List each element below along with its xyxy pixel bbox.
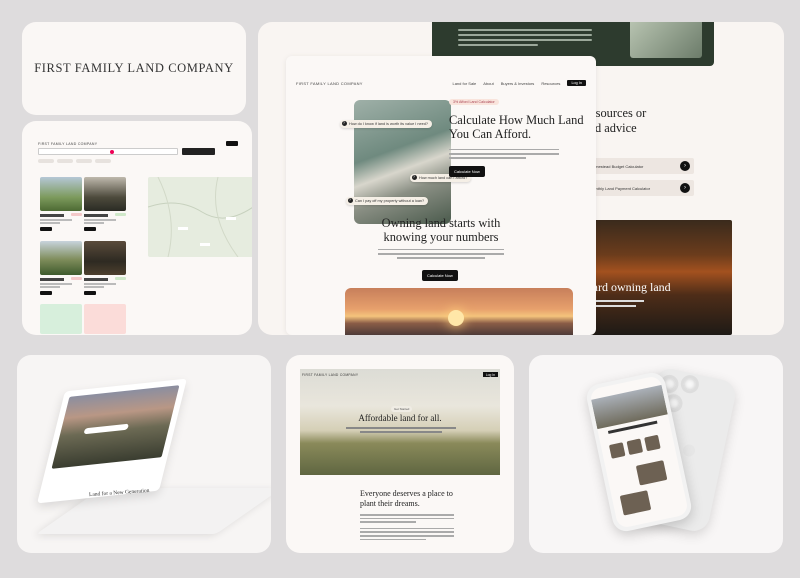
knowing-headline: Owning land starts with knowing your num…: [381, 216, 501, 244]
listings-search-button[interactable]: [182, 148, 215, 155]
listing-card[interactable]: [84, 177, 126, 231]
nav-item[interactable]: Buyers & Investors: [501, 81, 535, 86]
resource-button[interactable]: Monthly Land Payment Calculator ›: [584, 180, 694, 196]
camera-lens-icon: [679, 373, 701, 395]
listings-search-input[interactable]: [38, 148, 178, 155]
section-photo: [630, 22, 702, 58]
listing-card[interactable]: [40, 241, 82, 295]
faq-bubble: Can I pay off my property without a loan…: [346, 197, 429, 205]
listings-login-button[interactable]: [226, 141, 238, 146]
affordable-paragraph: [360, 512, 454, 541]
affordable-login-button[interactable]: Log In: [482, 372, 498, 377]
faq-bubble: How do I know if land is worth its value…: [340, 120, 432, 128]
website-panel: FIRST FAMILY LAND COMPANY Land for Sale …: [286, 56, 596, 335]
affordable-logo[interactable]: FIRST FAMILY LAND COMPANY: [302, 373, 478, 377]
get-started-pill: Get Started: [391, 406, 413, 412]
arrow-right-icon: ›: [680, 183, 690, 193]
listings-nav: FIRST FAMILY LAND COMPANY: [38, 141, 238, 146]
knowing-description: [378, 246, 504, 259]
location-pin-icon: [110, 150, 114, 154]
resource-button[interactable]: Homestead Budget Calculator ›: [584, 158, 694, 174]
affordable-nav: FIRST FAMILY LAND COMPANY Log In: [302, 372, 498, 377]
calculator-tag: 3% Afford Land Calculator: [449, 99, 499, 105]
affordable-headline: Affordable land for all.: [358, 413, 442, 423]
nav-item[interactable]: Land for Sale: [452, 81, 476, 86]
promo-card[interactable]: [84, 304, 126, 334]
filter-chips[interactable]: [38, 159, 111, 163]
brand-card: FIRST FAMILY LAND COMPANY: [22, 22, 246, 115]
arrow-right-icon: ›: [680, 161, 690, 171]
calculator-headline: Calculate How Much Land You Can Afford.: [449, 113, 584, 141]
dam-photo: [354, 100, 451, 224]
affordable-card: FIRST FAMILY LAND COMPANY Log In Get Sta…: [286, 355, 514, 553]
listings-nav-logo[interactable]: FIRST FAMILY LAND COMPANY: [38, 142, 220, 146]
laptop-screen: [37, 378, 187, 504]
apple-logo-icon: [681, 443, 697, 458]
nav-item[interactable]: Resources: [541, 81, 560, 86]
forest-headline: ward owning land: [584, 280, 671, 294]
promo-card[interactable]: [40, 304, 82, 334]
site-logo[interactable]: FIRST FAMILY LAND COMPANY: [296, 81, 445, 86]
listing-card[interactable]: [40, 177, 82, 231]
login-button[interactable]: Log In: [567, 80, 586, 86]
nav-item[interactable]: About: [483, 81, 493, 86]
brand-logo-text: FIRST FAMILY LAND COMPANY: [34, 61, 234, 75]
affordable-subhead: Everyone deserves a place to plant their…: [360, 489, 453, 508]
laptop-mockup-card: Land for a New Generation: [17, 355, 271, 553]
listing-card[interactable]: [84, 241, 126, 295]
listings-card: FIRST FAMILY LAND COMPANY: [22, 121, 252, 335]
calculator-card: resources or zed advice Homestead Budget…: [258, 22, 784, 335]
calculate-now-button-2[interactable]: Calculate Now: [422, 270, 458, 281]
sunset-image: [345, 288, 573, 335]
calculate-now-button[interactable]: Calculate Now: [449, 166, 485, 177]
site-nav: FIRST FAMILY LAND COMPANY Land for Sale …: [296, 80, 586, 86]
calculator-description: [449, 146, 559, 159]
phone-mockup-card: [529, 355, 783, 553]
listings-map[interactable]: [147, 176, 252, 258]
forest-image: ward owning land: [584, 220, 732, 335]
